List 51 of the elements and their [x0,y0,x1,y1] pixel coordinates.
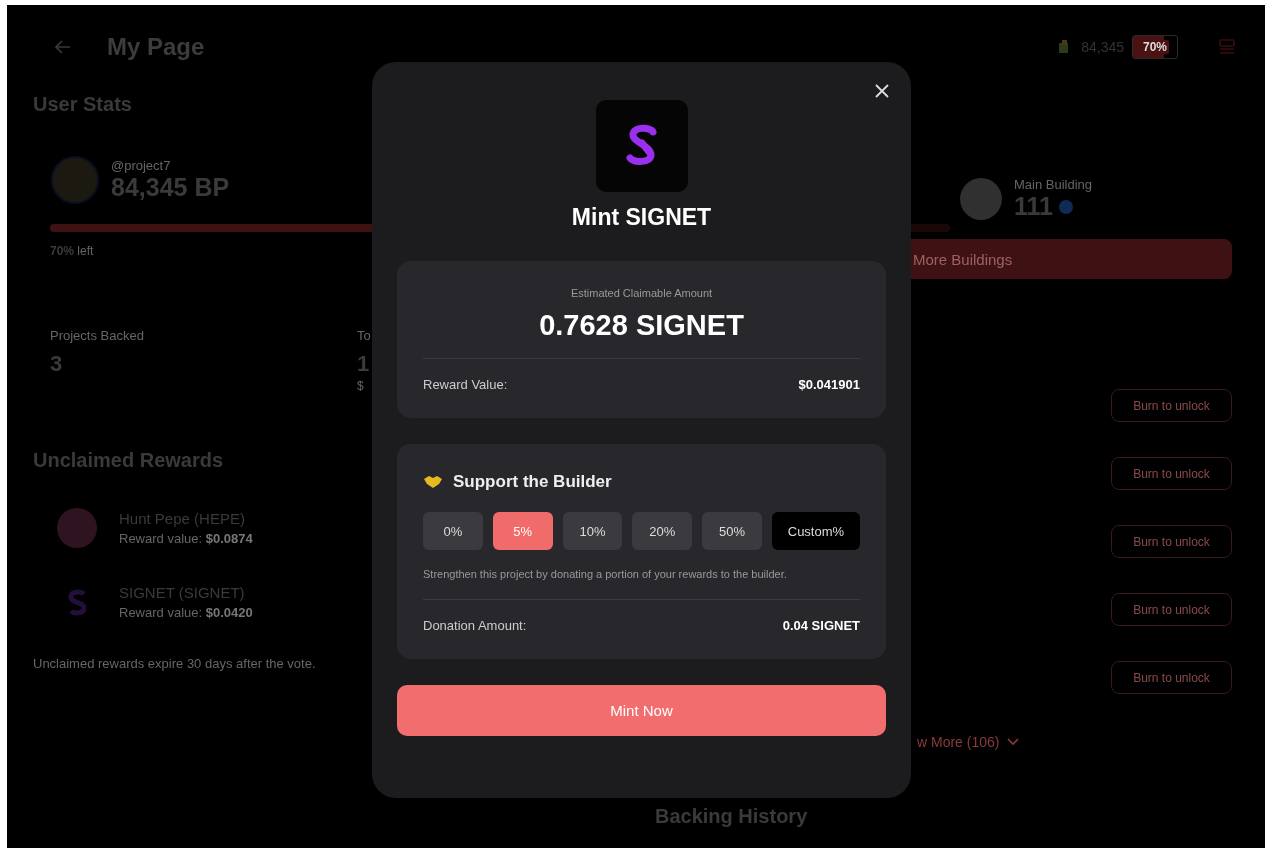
claimable-amount: 0.7628 SIGNET [538,309,745,342]
percentage-option[interactable]: 20% [632,512,693,550]
building-count: 111 [1014,192,1053,221]
donation-amount: 0.04 SIGNET [782,618,860,633]
percentage-option[interactable]: 10% [562,512,623,550]
back-arrow-icon[interactable] [55,40,71,54]
reward-value: Reward value: $0.0874 [119,531,253,546]
token-name: SIGNET (SIGNET) [119,584,246,601]
custom-percentage-field[interactable]: Custom% [771,512,860,550]
avatar [51,156,99,204]
stat-value: 3 [50,351,63,377]
close-icon[interactable] [874,83,890,99]
remaining-text: 70% left [50,244,95,258]
points-total: 84,345 BP [111,173,230,202]
burn-to-unlock-button[interactable]: Burn to unlock [1111,661,1232,694]
support-heading: Support the Builder [453,472,612,492]
burn-to-unlock-button[interactable]: Burn to unlock [1111,593,1232,626]
stat-value: 1 [357,351,370,377]
donation-label: Donation Amount: [423,618,527,633]
token-name: Hunt Pepe (HEPE) [119,510,246,527]
percentage-option[interactable]: 50% [702,512,762,550]
expiry-note: Unclaimed rewards expire 30 days after the vote. [33,656,317,671]
burn-to-unlock-button[interactable]: Burn to unlock [1111,525,1232,558]
page-title: My Page [107,33,205,61]
coin-icon [1058,199,1073,214]
handshake-icon [423,475,443,489]
section-heading: User Stats [33,93,133,116]
mint-now-button[interactable]: Mint Now [397,685,886,736]
percentage-option[interactable]: 5% [492,512,553,550]
stat-label: Projects Backed [50,328,144,343]
burn-to-unlock-button[interactable]: Burn to unlock [1111,457,1232,490]
support-description: Strengthen this project by donating a portion of your rewards to the builder. [423,567,788,582]
token-icon [57,508,97,548]
building-label: Main Building [1014,177,1093,192]
percentage-option[interactable]: 0% [423,512,483,550]
burn-to-unlock-button[interactable]: Burn to unlock [1111,389,1232,422]
building-avatar [960,178,1002,220]
reward-value: Reward value: $0.0420 [119,605,253,620]
stat-label: To [357,328,371,343]
chevron-down-icon [1007,738,1020,746]
menu-icon[interactable] [1218,38,1236,56]
reward-value-label: Reward Value: [423,377,508,392]
dialog-title: Mint SIGNET [571,204,712,231]
user-handle: @project7 [111,158,172,173]
section-heading: Backing History [655,805,809,828]
estimate-label: Estimated Claimable Amount [569,287,714,299]
stat-subvalue: $ [357,379,364,393]
reward-value: $0.041901 [798,377,860,392]
show-more-button[interactable]: w More (106) [917,734,1020,750]
energy-label: 70% [1141,40,1169,54]
section-heading: Unclaimed Rewards [33,449,225,472]
